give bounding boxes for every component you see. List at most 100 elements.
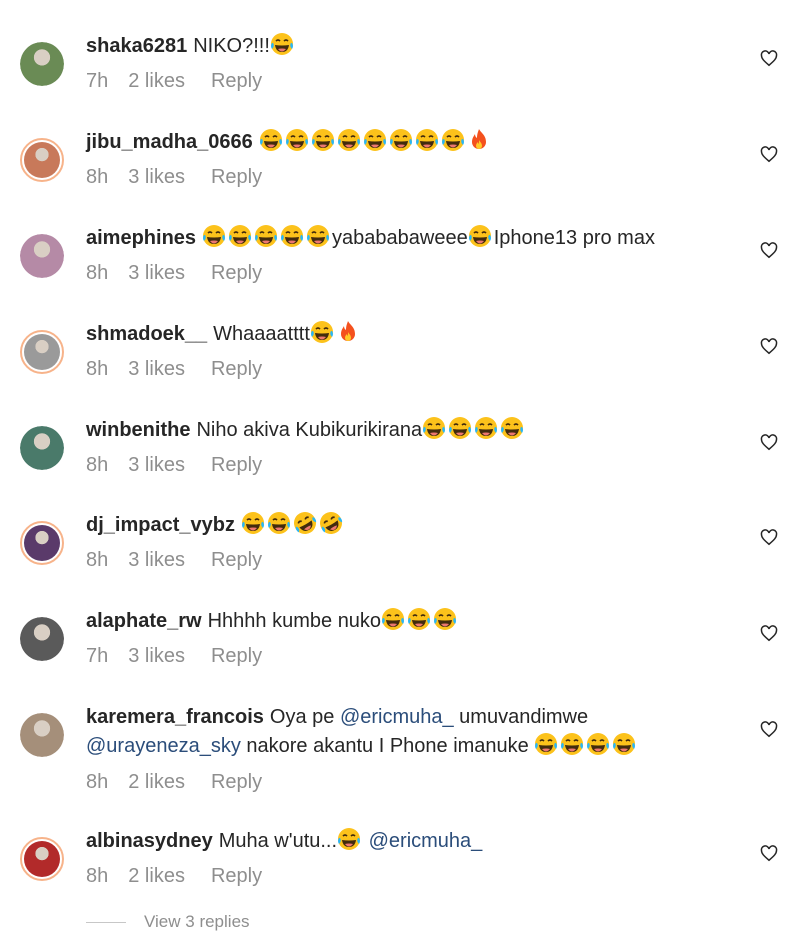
likes-count[interactable]: 2 likes bbox=[128, 70, 185, 92]
avatar[interactable] bbox=[20, 521, 64, 565]
avatar[interactable] bbox=[20, 138, 64, 182]
avatar[interactable] bbox=[20, 617, 64, 661]
laugh-cry-emoji-icon bbox=[338, 828, 361, 850]
comment-text: shmadoek__ Whaaaatttt bbox=[86, 320, 362, 349]
like-heart-icon[interactable] bbox=[760, 721, 782, 741]
username-link[interactable]: shmadoek__ bbox=[86, 323, 207, 345]
like-heart-icon[interactable] bbox=[760, 146, 782, 166]
laugh-cry-emoji-icon bbox=[587, 733, 610, 755]
comment-body: nakore akantu I Phone imanuke bbox=[240, 735, 535, 757]
like-heart-icon[interactable] bbox=[760, 50, 782, 70]
username-link[interactable]: albinasydney bbox=[86, 830, 213, 852]
reply-button[interactable]: Reply bbox=[211, 549, 262, 571]
timestamp: 8h bbox=[86, 166, 109, 188]
avatar[interactable] bbox=[20, 330, 64, 374]
reply-button[interactable]: Reply bbox=[211, 358, 262, 380]
laugh-cry-emoji-icon bbox=[363, 129, 386, 151]
comment-text: shaka6281 NIKO?!!! bbox=[86, 32, 296, 61]
likes-count[interactable]: 3 likes bbox=[128, 454, 185, 476]
like-heart-icon[interactable] bbox=[760, 529, 782, 549]
comment-body: Niho akiva Kubikurikirana bbox=[196, 419, 423, 441]
likes-count[interactable]: 3 likes bbox=[128, 166, 185, 188]
laugh-cry-emoji-icon bbox=[468, 225, 491, 247]
timestamp: 8h bbox=[86, 549, 109, 571]
comment-text: aimephines yabababaweee Iphone13 pro max bbox=[86, 224, 655, 253]
like-heart-icon[interactable] bbox=[760, 845, 782, 865]
mention-link[interactable]: @ericmuha_ bbox=[340, 706, 454, 728]
comment-meta: 8h 3 likes Reply bbox=[86, 358, 282, 381]
laugh-cry-emoji-icon bbox=[310, 321, 333, 343]
timestamp: 8h bbox=[86, 262, 109, 284]
timestamp: 8h bbox=[86, 358, 109, 380]
rofl-emoji-icon bbox=[319, 512, 343, 534]
laugh-cry-emoji-icon bbox=[535, 733, 558, 755]
likes-count[interactable]: 2 likes bbox=[128, 771, 185, 793]
likes-count[interactable]: 3 likes bbox=[128, 262, 185, 284]
laugh-cry-emoji-icon bbox=[441, 129, 464, 151]
username-link[interactable]: winbenithe bbox=[86, 419, 190, 441]
likes-count[interactable]: 3 likes bbox=[128, 645, 185, 667]
rofl-emoji-icon bbox=[293, 512, 317, 534]
reply-button[interactable]: Reply bbox=[211, 166, 262, 188]
like-heart-icon[interactable] bbox=[760, 338, 782, 358]
like-heart-icon[interactable] bbox=[760, 625, 782, 645]
fire-emoji-icon bbox=[471, 129, 486, 149]
comment-text: dj_impact_vybz bbox=[86, 511, 345, 540]
laugh-cry-emoji-icon bbox=[259, 129, 282, 151]
mention-link[interactable]: @urayeneza_sky bbox=[86, 735, 241, 757]
laugh-cry-emoji-icon bbox=[389, 129, 412, 151]
laugh-cry-emoji-icon bbox=[408, 608, 431, 630]
reply-button[interactable]: Reply bbox=[211, 865, 262, 887]
comment-meta: 8h 3 likes Reply bbox=[86, 454, 282, 477]
laugh-cry-emoji-icon bbox=[241, 512, 264, 534]
likes-count[interactable]: 3 likes bbox=[128, 549, 185, 571]
comment-body: Hhhhh kumbe nuko bbox=[207, 610, 382, 632]
laugh-cry-emoji-icon bbox=[423, 417, 446, 439]
timestamp: 7h bbox=[86, 70, 109, 92]
laugh-cry-emoji-icon bbox=[501, 417, 524, 439]
username-link[interactable]: alaphate_rw bbox=[86, 610, 202, 632]
username-link[interactable]: karemera_francois bbox=[86, 706, 264, 728]
likes-count[interactable]: 3 likes bbox=[128, 358, 185, 380]
comment-body: NIKO?!!! bbox=[193, 35, 270, 57]
comment-meta: 7h 3 likes Reply bbox=[86, 645, 282, 668]
comment-text: jibu_madha_0666 bbox=[86, 128, 493, 157]
comment-meta: 7h 2 likes Reply bbox=[86, 70, 282, 93]
laugh-cry-emoji-icon bbox=[229, 225, 252, 247]
reply-button[interactable]: Reply bbox=[211, 771, 262, 793]
comment-text: albinasydney Muha w'utu... @ericmuha_ bbox=[86, 827, 482, 856]
avatar[interactable] bbox=[20, 837, 64, 881]
reply-button[interactable]: Reply bbox=[211, 645, 262, 667]
fire-emoji-icon bbox=[340, 321, 355, 341]
view-replies-button[interactable]: View 3 replies bbox=[86, 912, 250, 932]
reply-button[interactable]: Reply bbox=[211, 262, 262, 284]
timestamp: 8h bbox=[86, 865, 109, 887]
comment-text-line2: @urayeneza_sky nakore akantu I Phone ima… bbox=[86, 732, 638, 761]
comment-body: Oya pe bbox=[269, 706, 340, 728]
like-heart-icon[interactable] bbox=[760, 434, 782, 454]
timestamp: 7h bbox=[86, 645, 109, 667]
avatar[interactable] bbox=[20, 42, 64, 86]
avatar[interactable] bbox=[20, 426, 64, 470]
username-link[interactable]: jibu_madha_0666 bbox=[86, 131, 253, 153]
mention-link[interactable]: @ericmuha_ bbox=[369, 830, 483, 852]
avatar[interactable] bbox=[20, 234, 64, 278]
username-link[interactable]: dj_impact_vybz bbox=[86, 514, 235, 536]
comment-meta: 8h 3 likes Reply bbox=[86, 262, 282, 285]
view-replies-label: View 3 replies bbox=[144, 912, 250, 931]
avatar[interactable] bbox=[20, 713, 64, 757]
comment-meta: 8h 2 likes Reply bbox=[86, 865, 282, 888]
laugh-cry-emoji-icon bbox=[475, 417, 498, 439]
comment-meta: 8h 3 likes Reply bbox=[86, 166, 282, 189]
username-link[interactable]: aimephines bbox=[86, 227, 196, 249]
comment-text: alaphate_rw Hhhhh kumbe nuko bbox=[86, 607, 459, 636]
laugh-cry-emoji-icon bbox=[267, 512, 290, 534]
username-link[interactable]: shaka6281 bbox=[86, 35, 187, 57]
laugh-cry-emoji-icon bbox=[203, 225, 226, 247]
likes-count[interactable]: 2 likes bbox=[128, 865, 185, 887]
reply-button[interactable]: Reply bbox=[211, 454, 262, 476]
reply-button[interactable]: Reply bbox=[211, 70, 262, 92]
laugh-cry-emoji-icon bbox=[270, 33, 293, 55]
like-heart-icon[interactable] bbox=[760, 242, 782, 262]
laugh-cry-emoji-icon bbox=[307, 225, 330, 247]
